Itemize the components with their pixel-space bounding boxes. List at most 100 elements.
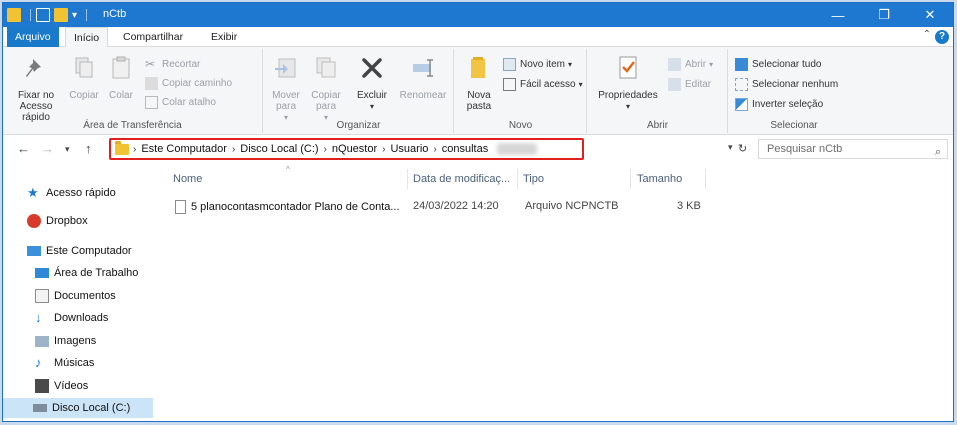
column-header-size[interactable]: Tamanho [637, 173, 682, 185]
chevron-right-icon[interactable]: › [433, 144, 436, 155]
file-modified-cell: 24/03/2022 14:20 [413, 200, 499, 212]
copy-path-button[interactable]: Copiar caminho [145, 74, 232, 92]
search-icon: ⌕ [934, 146, 941, 158]
paste-button[interactable]: Colar [103, 53, 139, 101]
properties-icon[interactable] [36, 8, 50, 22]
customize-dropdown-icon[interactable]: ▾ [72, 10, 77, 21]
open-group: Propriedades ▾ Abrir ▾ Editar Abrir [588, 49, 728, 133]
nav-pictures[interactable]: Imagens [35, 331, 96, 351]
breadcrumb-consultas[interactable]: consultas [442, 143, 488, 155]
copy-to-button[interactable]: Copiar para ▾ [308, 53, 344, 123]
videos-icon [35, 379, 49, 393]
new-folder-icon[interactable] [54, 8, 68, 22]
window-title: nCtb [103, 8, 127, 20]
folder-icon [7, 8, 21, 22]
search-input[interactable]: Pesquisar nCtb ⌕ [758, 139, 948, 159]
help-icon[interactable]: ? [935, 30, 949, 44]
nav-dropbox[interactable]: Dropbox [27, 211, 88, 231]
nav-downloads[interactable]: ↓ Downloads [35, 308, 108, 328]
edit-button[interactable]: Editar [668, 75, 711, 93]
tab-file[interactable]: Arquivo [7, 27, 59, 47]
delete-button[interactable]: Excluir ▾ [352, 53, 392, 112]
back-arrow-icon[interactable]: ← [17, 141, 30, 156]
nav-quick-access[interactable]: ★ Acesso rápido [27, 183, 116, 203]
nav-desktop[interactable]: Área de Trabalho [35, 263, 138, 283]
open-icon [668, 57, 681, 71]
copy-path-icon [145, 76, 158, 90]
star-icon: ★ [27, 185, 39, 200]
paste-shortcut-button[interactable]: Colar atalho [145, 93, 216, 111]
address-bar[interactable]: › Este Computador › Disco Local (C:) › n… [109, 138, 584, 160]
file-list: ^ Nome Data de modificaç... Tipo Tamanho… [155, 163, 953, 421]
nav-videos[interactable]: Vídeos [35, 376, 88, 396]
chevron-right-icon[interactable]: › [324, 144, 327, 155]
chevron-right-icon[interactable]: › [133, 144, 136, 155]
easy-access-button[interactable]: Fácil acesso ▾ [503, 75, 583, 93]
breadcrumb-nquestor[interactable]: nQuestor [332, 143, 377, 155]
nav-music[interactable]: ♪ Músicas [35, 353, 94, 373]
tab-share[interactable]: Compartilhar [115, 27, 191, 47]
cut-button[interactable]: ✂ Recortar [145, 55, 200, 73]
copy-button[interactable]: Copiar [65, 53, 103, 101]
paste-shortcut-icon [145, 95, 158, 109]
up-arrow-icon[interactable]: ↑ [85, 141, 92, 156]
recent-locations-icon[interactable]: ▾ [65, 144, 70, 155]
edit-icon [668, 77, 681, 91]
dropbox-icon [27, 214, 41, 228]
new-folder-button[interactable]: Nova pasta [459, 53, 499, 112]
scissors-icon: ✂ [145, 56, 156, 71]
pin-quick-access-button[interactable]: Fixar no Acesso rápido [9, 53, 63, 123]
delete-x-icon [362, 58, 382, 78]
blurred-breadcrumb [497, 143, 538, 155]
nav-local-disk[interactable]: Disco Local (C:) [3, 398, 153, 418]
properties-button[interactable]: Propriedades ▾ [592, 53, 664, 112]
open-button[interactable]: Abrir ▾ [668, 55, 713, 73]
rename-button[interactable]: Renomear [396, 53, 450, 101]
select-none-icon [735, 77, 748, 91]
copy-icon [75, 57, 93, 78]
nav-this-pc[interactable]: Este Computador [27, 241, 132, 261]
address-row: ← → ▾ ↑ › Este Computador › Disco Local … [3, 135, 953, 163]
chevron-right-icon[interactable]: › [382, 144, 385, 155]
nav-documents[interactable]: Documentos [35, 286, 116, 306]
tab-home[interactable]: Início [65, 27, 109, 48]
file-icon [175, 200, 186, 214]
breadcrumb-this-pc[interactable]: Este Computador [141, 143, 227, 155]
pin-icon [26, 59, 41, 77]
select-none-button[interactable]: Selecionar nenhum [735, 75, 838, 93]
select-all-icon [735, 57, 748, 71]
column-header-name[interactable]: Nome [173, 173, 202, 185]
select-all-button[interactable]: Selecionar tudo [735, 55, 822, 73]
file-row[interactable]: 5 planocontasmcontador Plano de Conta...… [173, 197, 713, 217]
tab-view[interactable]: Exibir [203, 27, 245, 47]
column-header-modified[interactable]: Data de modificaç... [413, 173, 510, 185]
minimize-button[interactable]: — [815, 3, 861, 27]
paste-icon [112, 56, 130, 79]
ribbon: Fixar no Acesso rápido Copiar Colar ✂ Re… [3, 47, 953, 135]
open-group-label: Abrir [646, 120, 669, 131]
forward-arrow-icon[interactable]: → [41, 141, 54, 156]
collapse-ribbon-icon[interactable]: ⌃ [923, 29, 931, 40]
sort-ascending-icon: ^ [286, 165, 290, 174]
column-header-type[interactable]: Tipo [523, 173, 544, 185]
close-button[interactable]: ✕ [907, 3, 953, 27]
file-name-cell: 5 planocontasmcontador Plano de Conta... [175, 200, 400, 214]
pictures-icon [35, 335, 49, 347]
select-group-label: Selecionar [770, 120, 818, 131]
restore-button[interactable]: ❐ [861, 3, 907, 27]
chevron-right-icon[interactable]: › [232, 144, 235, 155]
refresh-icon[interactable]: ↻ [738, 142, 747, 155]
navigation-pane: ★ Acesso rápido Dropbox Este Computador … [3, 163, 155, 421]
new-item-button[interactable]: Novo item ▾ [503, 55, 572, 73]
breadcrumb-local-disk[interactable]: Disco Local (C:) [240, 143, 318, 155]
properties-check-icon [619, 56, 637, 79]
address-dropdown-icon[interactable]: ▾ [728, 142, 733, 153]
move-to-button[interactable]: Mover para ▾ [268, 53, 304, 123]
ribbon-tabs: Arquivo Início Compartilhar Exibir ⌃ ? [3, 27, 953, 48]
organize-group-label: Organizar [336, 120, 381, 131]
clipboard-group: Fixar no Acesso rápido Copiar Colar ✂ Re… [3, 49, 263, 133]
rename-icon [413, 59, 433, 77]
breadcrumb-usuario[interactable]: Usuario [390, 143, 428, 155]
invert-selection-button[interactable]: Inverter seleção [735, 95, 823, 113]
new-item-icon [503, 57, 516, 71]
